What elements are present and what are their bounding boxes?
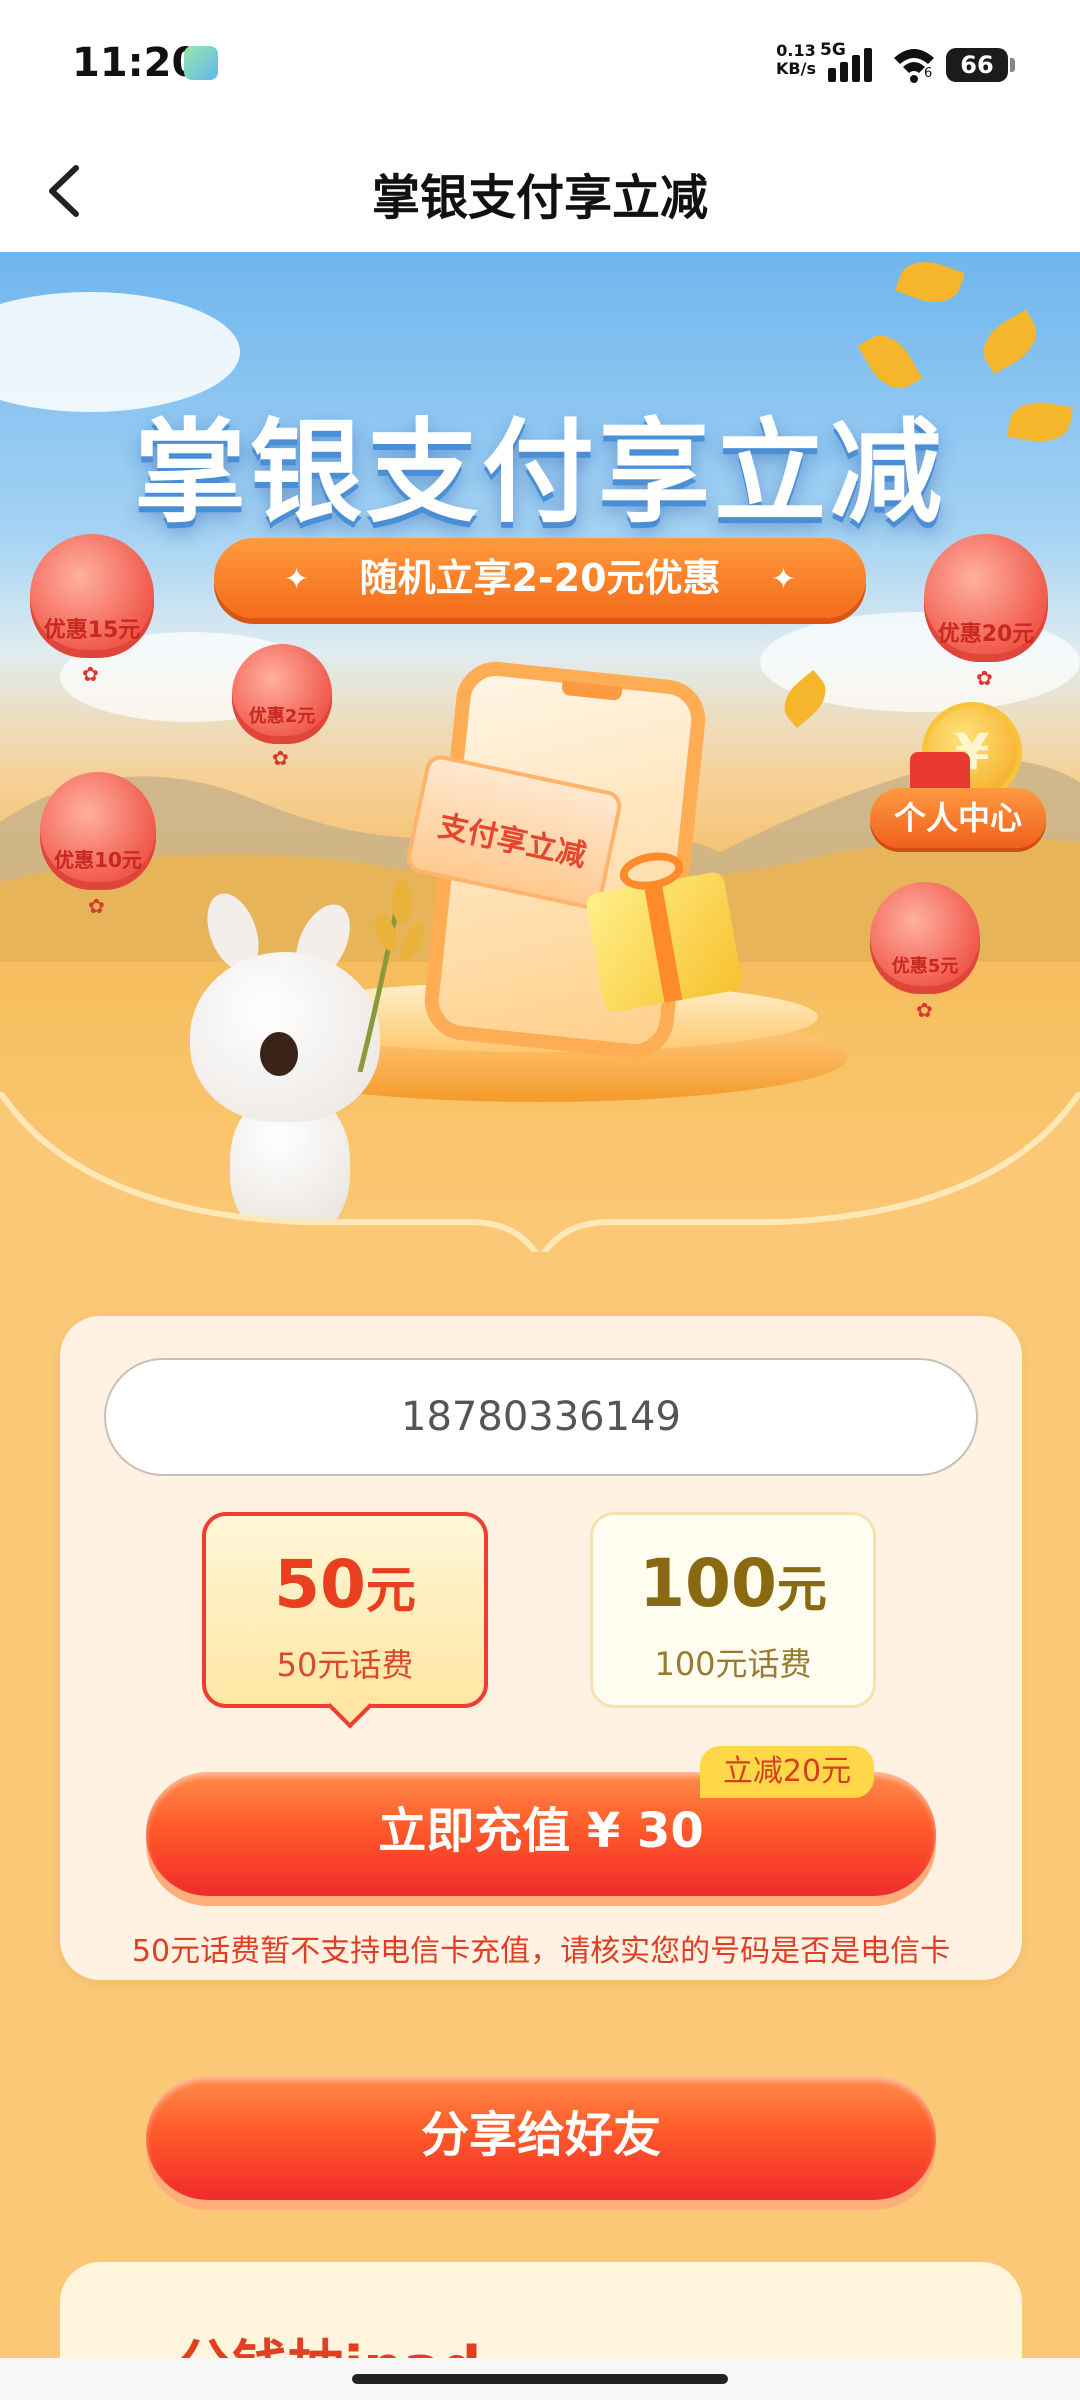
subtitle-pill: 随机立享2-20元优惠 ✦ ✦ [214, 538, 866, 618]
share-button[interactable]: 分享给好友 [146, 2076, 936, 2200]
banner-bottom-curve [0, 1092, 1080, 1252]
gift-box-icon [584, 847, 744, 1014]
amount-description: 50元话费 [276, 1646, 414, 1684]
battery-level: 66 [960, 51, 994, 79]
sparkle-icon: ✦ [770, 562, 796, 597]
recharge-notice: 50元话费暂不支持电信卡充值，请核实您的号码是否是电信卡 [131, 1934, 951, 1969]
amount-description: 100元话费 [654, 1645, 812, 1683]
coupon-balloon: 优惠20元 ✿ [924, 534, 1048, 690]
amount-value: 50元 [274, 1546, 416, 1623]
signal-icon [828, 48, 872, 82]
amount-option-100[interactable]: 100元 100元话费 [590, 1512, 876, 1708]
coupon-balloon: 优惠15元 ✿ [30, 534, 154, 686]
amount-option-50[interactable]: 50元 50元话费 [202, 1512, 488, 1708]
network-speed: 0.13 KB/s [774, 42, 818, 78]
wifi-label: 6 [924, 66, 933, 81]
network-speed-value: 0.13 [776, 41, 816, 60]
ginkgo-leaf [894, 252, 966, 312]
app-notification-icon [184, 46, 218, 80]
sparkle-icon: ✦ [284, 562, 310, 597]
ginkgo-leaf [974, 309, 1046, 375]
discount-badge: 立减20元 [700, 1746, 874, 1798]
phone-number-input[interactable] [104, 1358, 978, 1476]
balloon-label: 优惠2元 [248, 706, 316, 727]
battery-tip [1010, 58, 1015, 72]
subtitle-text: 随机立享2-20元优惠 [359, 556, 721, 600]
ticket-text: 支付享立减 [435, 808, 590, 875]
hero-banner: 掌银支付享立减 随机立享2-20元优惠 ✦ ✦ 优惠15元 ✿ 优惠2元 ✿ 优… [0, 252, 1080, 1252]
rice-stalk-icon [357, 880, 424, 1072]
balloon-label: 优惠20元 [937, 622, 1035, 647]
status-bar: 11:20 0.13 KB/s 5G 6 66 [0, 0, 1080, 130]
status-time: 11:20 [72, 40, 200, 86]
balloon-label: 优惠15元 [43, 618, 141, 643]
knot-icon: ✿ [88, 894, 105, 918]
knot-icon: ✿ [82, 662, 99, 686]
personal-center-button[interactable]: 个人中心 [870, 788, 1046, 848]
knot-icon: ✿ [976, 666, 993, 690]
nav-bar: 掌银支付享立减 [0, 130, 1080, 252]
page-title: 掌银支付享立减 [371, 170, 708, 226]
balloon-label: 优惠10元 [54, 848, 142, 872]
home-indicator[interactable] [352, 2374, 728, 2384]
banner-title: 掌银支付享立减 [134, 408, 946, 538]
balloon-label: 优惠5元 [891, 956, 959, 977]
amount-value: 100元 [639, 1545, 827, 1622]
recharge-card: 50元 50元话费 100元 100元话费 立即充值 ¥ 30 立减20元 50… [60, 1316, 1022, 1980]
battery-icon: 66 [946, 48, 1008, 82]
coupon-balloon: 优惠5元 ✿ [870, 882, 980, 1022]
network-speed-unit: KB/s [776, 59, 816, 78]
knot-icon: ✿ [272, 746, 289, 770]
share-button-label: 分享给好友 [420, 2107, 661, 2163]
coupon-balloon: 优惠2元 ✿ [232, 644, 332, 770]
knot-icon: ✿ [916, 998, 933, 1022]
personal-center-label: 个人中心 [893, 799, 1022, 837]
coupon-balloon: 优惠10元 ✿ [40, 772, 156, 918]
